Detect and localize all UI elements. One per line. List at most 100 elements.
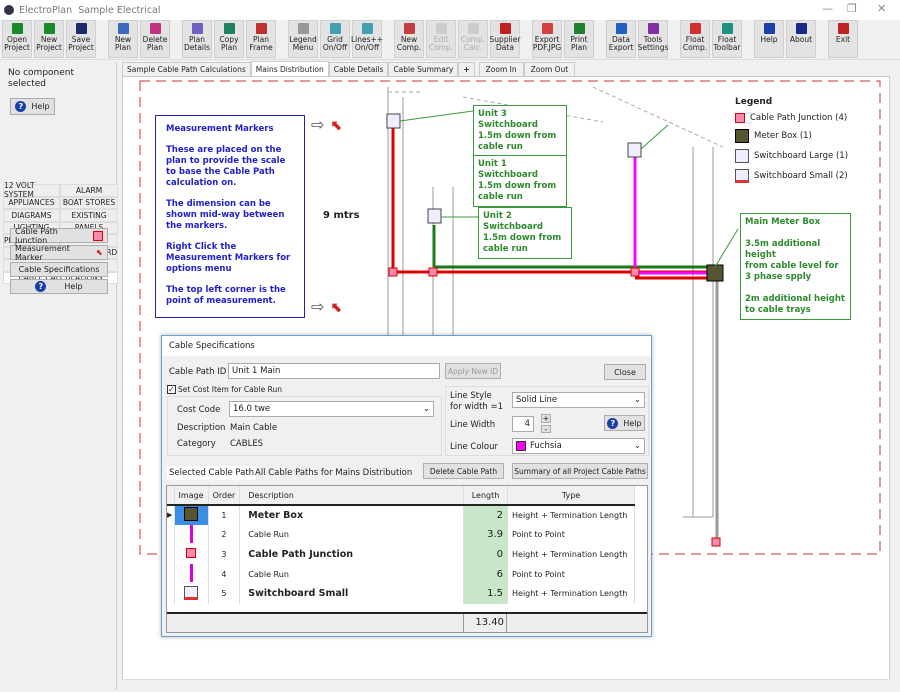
category-tab[interactable]: 12 VOLT SYSTEM [3, 184, 60, 197]
minimize-button[interactable]: — [822, 2, 833, 15]
float-comp-button[interactable]: Float Comp. [680, 20, 710, 58]
delete-cable-path-button[interactable]: Delete Cable Path [423, 463, 504, 479]
measurement-marker-button[interactable]: Measurement Marker⬉ [10, 245, 108, 260]
apply-new-id-button[interactable]: Apply New ID [445, 363, 501, 379]
switchboard-large-icon [735, 149, 749, 163]
close-button[interactable]: Close [604, 364, 646, 380]
help-button[interactable]: Help [754, 20, 784, 58]
line-colour-select[interactable]: Fuchsia⌄ [512, 438, 645, 454]
tab-selected-cable-path[interactable]: Selected Cable Path [167, 466, 256, 480]
button-label: Export PDF.JPG [533, 36, 561, 52]
float-toolbar-button[interactable]: Float Toolbar [712, 20, 742, 58]
row-type: Height + Termination Length [508, 584, 635, 604]
new-comp-icon [404, 23, 415, 34]
category-tab[interactable]: DIAGRAMS [3, 209, 60, 222]
summary-button[interactable]: Summary of all Project Cable Paths [512, 463, 648, 479]
table-row[interactable]: 2 Cable Run 3.9 Point to Point [167, 525, 635, 545]
new-project-button[interactable]: New Project [34, 20, 64, 58]
col-length[interactable]: Length [464, 486, 508, 505]
help-button[interactable]: ?Help [10, 98, 55, 115]
restore-button[interactable]: ❐ [847, 2, 857, 15]
line-style-select[interactable]: Solid Line⌄ [512, 392, 645, 408]
exit-button[interactable]: Exit [828, 20, 858, 58]
table-row[interactable]: 5 Switchboard Small 1.5 Height + Termina… [167, 584, 635, 604]
row-image [174, 564, 208, 584]
data-export-button[interactable]: Data Export [606, 20, 636, 58]
toolbar-group: Float Comp.Float Toolbar [680, 20, 742, 59]
table-row[interactable]: 3 Cable Path Junction 0 Height + Termina… [167, 545, 635, 565]
table-row[interactable]: 4 Cable Run 6 Point to Point [167, 564, 635, 584]
tab-cable-summary[interactable]: Cable Summary [388, 62, 458, 76]
tab-sample-cable-path[interactable]: Sample Cable Path Calculations [122, 62, 251, 76]
button-label: Comp. Calc. [459, 36, 487, 52]
supplier-data-button[interactable]: Supplier Data [490, 20, 520, 58]
copy-plan-button[interactable]: Copy Plan [214, 20, 244, 58]
cable-specifications-button[interactable]: Cable Specifications [10, 262, 108, 277]
legend-label: Switchboard Small (2) [754, 171, 848, 181]
help-button-2[interactable]: ?Help [10, 279, 108, 294]
plan-details-button[interactable]: Plan Details [182, 20, 212, 58]
category-tab[interactable]: APPLIANCES [3, 197, 60, 210]
save-project-icon [76, 23, 87, 34]
row-order: 1 [208, 505, 240, 525]
legend-item: Meter Box (1) [735, 129, 848, 143]
category-tab[interactable]: EXISTING [60, 209, 118, 222]
col-type[interactable]: Type [508, 486, 635, 505]
category-tab[interactable]: BOAT STORES [60, 197, 118, 210]
colour-swatch [516, 441, 526, 451]
cable-path-junction-button[interactable]: Cable Path Junction [10, 228, 108, 243]
measurement-marker-icon: ⬉ [331, 118, 343, 134]
open-project-button[interactable]: Open Project [2, 20, 32, 58]
new-comp-button[interactable]: New Comp. [394, 20, 424, 58]
legend-label: Meter Box (1) [754, 131, 812, 141]
grid-on-off-button[interactable]: Grid On/Off [320, 20, 350, 58]
vertical-scrollbar[interactable] [890, 76, 900, 680]
decrement-button[interactable]: - [541, 425, 551, 433]
button-label: About [790, 36, 812, 44]
toolbar-group: Open ProjectNew ProjectSave Project [2, 20, 96, 59]
export-pdf-jpg-button[interactable]: Export PDF.JPG [532, 20, 562, 58]
new-plan-button[interactable]: New Plan [108, 20, 138, 58]
category-tab[interactable]: ALARM [60, 184, 118, 197]
save-project-button[interactable]: Save Project [66, 20, 96, 58]
col-image[interactable]: Image [174, 486, 208, 505]
increment-button[interactable]: + [541, 414, 551, 423]
toolbar-group: Plan DetailsCopy PlanPlan Frame [182, 20, 276, 59]
about-button[interactable]: About [786, 20, 816, 58]
cable-run-icon [190, 525, 193, 543]
switchboard-small-icon [735, 169, 749, 183]
edit-comp-button[interactable]: Edit Comp. [426, 20, 456, 58]
lines-on-off-button[interactable]: Lines++ On/Off [352, 20, 382, 58]
cable-path-id-input[interactable]: Unit 1 Main [228, 363, 440, 379]
col-order[interactable]: Order [208, 486, 240, 505]
line-width-input[interactable]: 4 [512, 416, 534, 432]
tab-mains-distribution[interactable]: Mains Distribution [251, 61, 329, 76]
table-row[interactable]: ▶ 1 Meter Box 2 Height + Termination Len… [167, 505, 635, 525]
tools-settings-button[interactable]: Tools Settings [638, 20, 668, 58]
zoom-out-button[interactable]: Zoom Out [524, 62, 576, 76]
main-meter-note: Main Meter Box 3.5m additional height fr… [740, 213, 851, 320]
horizontal-scrollbar[interactable] [122, 679, 890, 690]
comp-calc-button[interactable]: Comp. Calc. [458, 20, 488, 58]
row-indicator [167, 564, 174, 584]
plan-frame-button[interactable]: Plan Frame [246, 20, 276, 58]
cost-code-select[interactable]: 16.0 twe⌄ [229, 401, 434, 417]
close-window-button[interactable]: ✕ [877, 2, 886, 15]
legend-menu-button[interactable]: Legend Menu [288, 20, 318, 58]
note-paragraph: These are placed on the plan to provide … [166, 145, 294, 189]
copy-plan-icon [224, 23, 235, 34]
add-tab-button[interactable]: + [458, 62, 474, 76]
button-label: Float Comp. [681, 36, 709, 52]
col-description[interactable]: Description [240, 486, 464, 505]
tab-cable-details[interactable]: Cable Details [329, 62, 389, 76]
print-plan-button[interactable]: Print Plan [564, 20, 594, 58]
tab-all-cable-paths[interactable]: All Cable Paths for Mains Distribution [255, 468, 412, 478]
help-button[interactable]: ?Help [604, 415, 645, 431]
set-cost-checkbox[interactable]: ✓Set Cost Item for Cable Run [167, 385, 282, 394]
delete-plan-button[interactable]: Delete Plan [140, 20, 170, 58]
zoom-in-button[interactable]: Zoom In [479, 62, 524, 76]
print-plan-icon [574, 23, 585, 34]
button-label: Copy Plan [215, 36, 243, 52]
selection-status: No component selected [8, 68, 108, 90]
cable-specifications-dialog: Cable Specifications Cable Path ID Unit … [161, 335, 652, 637]
